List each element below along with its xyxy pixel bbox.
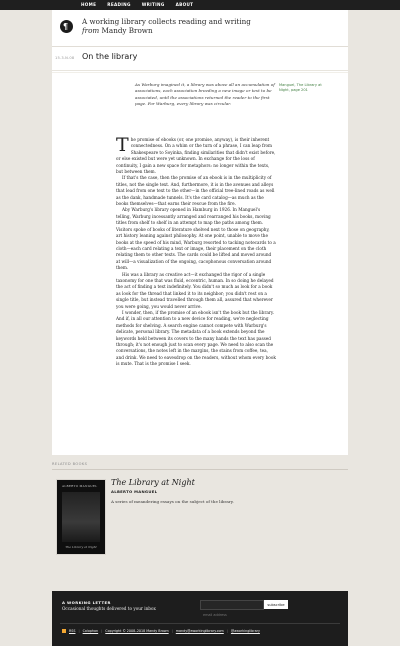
post-date: 15.3.N.08 [55, 56, 75, 60]
book-cover-image[interactable]: ALBERTO MANGUEL The Library at Night [56, 479, 106, 555]
nav-reading-link[interactable]: READING [107, 1, 130, 9]
email-link[interactable]: mandy@aworkinglibrary.com [176, 629, 224, 633]
link-separator: | [226, 629, 228, 633]
newsletter-tagline: Occasional thoughts delivered to your in… [62, 606, 156, 611]
main-nav: HOME READING WRITING ABOUT [81, 1, 193, 9]
header-divider [52, 46, 348, 47]
cover-author: ALBERTO MANGUEL [62, 484, 98, 488]
rss-icon[interactable] [62, 629, 66, 633]
paragraph: I wonder, then, if the promise of an ebo… [116, 309, 276, 367]
site-footer: A WORKING LETTER Occasional thoughts del… [52, 591, 348, 646]
email-field[interactable] [201, 611, 263, 619]
epigraph-citation-link[interactable]: Manguel, The Library at Night, page 201 [279, 83, 329, 93]
cover-title: The Library at Night [65, 545, 97, 549]
paragraph: Aby Warburg's library opened in Hamburg … [116, 207, 276, 271]
drop-cap: T [116, 134, 129, 156]
post-title: On the library [82, 52, 138, 61]
link-separator: | [101, 629, 103, 633]
email-field-wrapper [200, 600, 264, 619]
paragraph: The promise of ebooks (or, one promise, … [116, 134, 276, 175]
cover-artwork [62, 492, 100, 542]
copyright-link[interactable]: Copyright © 2008–2018 Mandy Brown [105, 629, 168, 633]
footer-divider [60, 623, 340, 624]
title-divider-secondary [52, 72, 348, 73]
site-header: ¶ A working library collects reading and… [52, 10, 348, 46]
epigraph-quote: As Warburg imagined it, a library was ab… [135, 82, 275, 106]
related-book-author: ALBERTO MANGUEL [111, 489, 158, 494]
rss-link[interactable]: RSS [69, 629, 75, 633]
related-divider [52, 469, 348, 470]
paragraph: If that's the case, then the promise of … [116, 175, 275, 207]
related-book-title[interactable]: The Library at Night [111, 478, 195, 487]
site-title[interactable]: A working library collects reading and w… [82, 17, 332, 35]
colophon-link[interactable]: Colophon [83, 629, 99, 633]
footer-links: RSS | Colophon | Copyright © 2008–2018 M… [62, 629, 260, 633]
nav-about-link[interactable]: ABOUT [176, 1, 194, 9]
link-separator: | [78, 629, 80, 633]
nav-home-link[interactable]: HOME [81, 1, 96, 9]
paragraph: His was a library as creative act—it exc… [116, 271, 274, 309]
title-divider [52, 70, 348, 71]
article-page: ¶ A working library collects reading and… [52, 10, 348, 455]
top-navigation-bar: HOME READING WRITING ABOUT [0, 0, 400, 10]
link-separator: | [171, 629, 173, 633]
pilcrow-logo-icon[interactable]: ¶ [60, 20, 73, 33]
related-books-label: RELATED BOOKS [52, 462, 88, 466]
related-book-description: A series of meandering essays on the sub… [111, 499, 234, 504]
subscribe-button[interactable]: subscribe [264, 600, 288, 609]
newsletter-title: A WORKING LETTER [62, 600, 111, 605]
twitter-link[interactable]: @aworkinglibrary [231, 629, 260, 633]
article-body: The promise of ebooks (or, one promise, … [116, 134, 276, 368]
nav-writing-link[interactable]: WRITING [142, 1, 165, 9]
